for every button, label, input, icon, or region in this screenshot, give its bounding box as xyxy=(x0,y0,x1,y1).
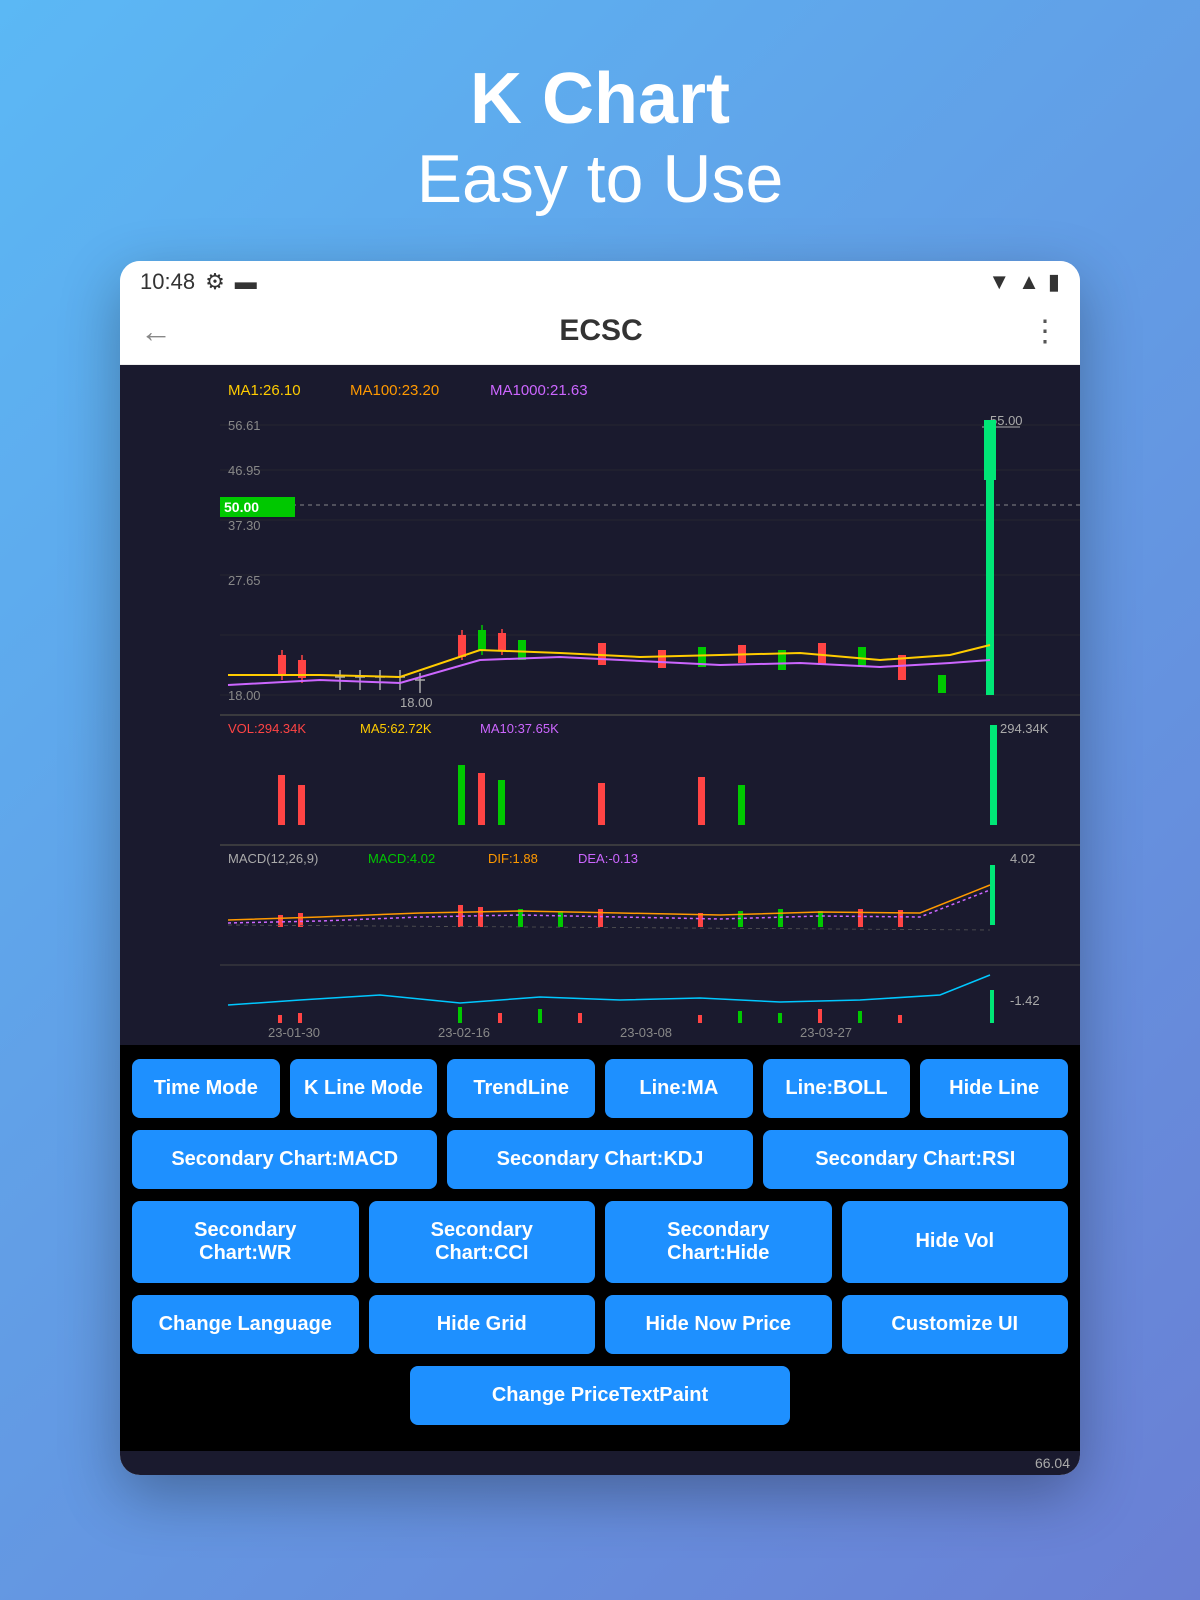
svg-text:46.95: 46.95 xyxy=(228,463,261,478)
svg-text:MA5:62.72K: MA5:62.72K xyxy=(360,721,432,736)
svg-text:VOL:294.34K: VOL:294.34K xyxy=(228,721,306,736)
battery-icon: ▬ xyxy=(235,269,257,295)
hero-section: K Chart Easy to Use xyxy=(417,60,784,221)
nav-title: ECSC xyxy=(559,314,642,348)
status-left: 10:48 ⚙ ▬ xyxy=(140,269,257,295)
change-price-text-paint-button[interactable]: Change PriceTextPaint xyxy=(410,1366,790,1425)
svg-text:DIF:1.88: DIF:1.88 xyxy=(488,851,538,866)
svg-text:18.00: 18.00 xyxy=(400,695,433,710)
hero-subtitle: Easy to Use xyxy=(417,139,784,221)
svg-text:294.34K: 294.34K xyxy=(1000,721,1049,736)
svg-text:-1.42: -1.42 xyxy=(1010,993,1040,1008)
k-line-mode-button[interactable]: K Line Mode xyxy=(290,1059,438,1118)
svg-text:23-02-16: 23-02-16 xyxy=(438,1025,490,1040)
footer-number: 66.04 xyxy=(120,1451,1080,1475)
button-row-1: Time Mode K Line Mode TrendLine Line:MA … xyxy=(132,1059,1068,1118)
menu-button[interactable]: ⋮ xyxy=(1030,314,1060,349)
top-nav: ← ECSC ⋮ xyxy=(120,303,1080,365)
status-right: ▼ ▲ ▮ xyxy=(988,269,1060,295)
secondary-hide-button[interactable]: Secondary Chart:Hide xyxy=(605,1201,832,1283)
svg-text:56.61: 56.61 xyxy=(228,418,261,433)
secondary-rsi-button[interactable]: Secondary Chart:RSI xyxy=(763,1130,1068,1189)
secondary-macd-button[interactable]: Secondary Chart:MACD xyxy=(132,1130,437,1189)
hide-line-button[interactable]: Hide Line xyxy=(920,1059,1068,1118)
svg-text:18.00: 18.00 xyxy=(228,688,261,703)
hide-vol-button[interactable]: Hide Vol xyxy=(842,1201,1069,1283)
svg-text:MA100:23.20: MA100:23.20 xyxy=(350,382,439,399)
svg-text:50.00: 50.00 xyxy=(224,499,259,515)
secondary-wr-button[interactable]: Secondary Chart:WR xyxy=(132,1201,359,1283)
svg-text:27.65: 27.65 xyxy=(228,573,261,588)
hide-grid-button[interactable]: Hide Grid xyxy=(369,1295,596,1354)
trendline-button[interactable]: TrendLine xyxy=(447,1059,595,1118)
svg-text:4.02: 4.02 xyxy=(1010,851,1035,866)
customize-ui-button[interactable]: Customize UI xyxy=(842,1295,1069,1354)
time-mode-button[interactable]: Time Mode xyxy=(132,1059,280,1118)
chart-svg: MA1:26.10 MA100:23.20 MA1000:21.63 56.61… xyxy=(120,365,1080,1045)
svg-text:MACD:4.02: MACD:4.02 xyxy=(368,851,435,866)
svg-text:23-03-27: 23-03-27 xyxy=(800,1025,852,1040)
button-row-5: Change PriceTextPaint xyxy=(132,1366,1068,1425)
svg-text:MACD(12,26,9): MACD(12,26,9) xyxy=(228,851,318,866)
wifi-icon: ▼ xyxy=(988,269,1010,295)
settings-icon: ⚙ xyxy=(205,269,225,295)
battery-full-icon: ▮ xyxy=(1048,269,1060,295)
phone-frame: 10:48 ⚙ ▬ ▼ ▲ ▮ ← ECSC ⋮ xyxy=(120,261,1080,1475)
svg-text:MA10:37.65K: MA10:37.65K xyxy=(480,721,559,736)
button-row-4: Change Language Hide Grid Hide Now Price… xyxy=(132,1295,1068,1354)
hero-title: K Chart xyxy=(417,60,784,139)
svg-text:MA1:26.10: MA1:26.10 xyxy=(228,382,301,399)
time-display: 10:48 xyxy=(140,269,195,295)
line-ma-button[interactable]: Line:MA xyxy=(605,1059,753,1118)
svg-text:MA1000:21.63: MA1000:21.63 xyxy=(490,382,588,399)
secondary-cci-button[interactable]: Secondary Chart:CCI xyxy=(369,1201,596,1283)
chart-area[interactable]: MA1:26.10 MA100:23.20 MA1000:21.63 56.61… xyxy=(120,365,1080,1045)
svg-text:23-01-30: 23-01-30 xyxy=(268,1025,320,1040)
button-row-2: Secondary Chart:MACD Secondary Chart:KDJ… xyxy=(132,1130,1068,1189)
svg-text:DEA:-0.13: DEA:-0.13 xyxy=(578,851,638,866)
button-row-3: Secondary Chart:WR Secondary Chart:CCI S… xyxy=(132,1201,1068,1283)
svg-text:23-03-08: 23-03-08 xyxy=(620,1025,672,1040)
hide-now-price-button[interactable]: Hide Now Price xyxy=(605,1295,832,1354)
button-grid: Time Mode K Line Mode TrendLine Line:MA … xyxy=(120,1045,1080,1451)
svg-text:37.30: 37.30 xyxy=(228,518,261,533)
signal-icon: ▲ xyxy=(1018,269,1040,295)
back-button[interactable]: ← xyxy=(140,313,172,350)
status-bar: 10:48 ⚙ ▬ ▼ ▲ ▮ xyxy=(120,261,1080,303)
secondary-kdj-button[interactable]: Secondary Chart:KDJ xyxy=(447,1130,752,1189)
line-boll-button[interactable]: Line:BOLL xyxy=(763,1059,911,1118)
change-language-button[interactable]: Change Language xyxy=(132,1295,359,1354)
